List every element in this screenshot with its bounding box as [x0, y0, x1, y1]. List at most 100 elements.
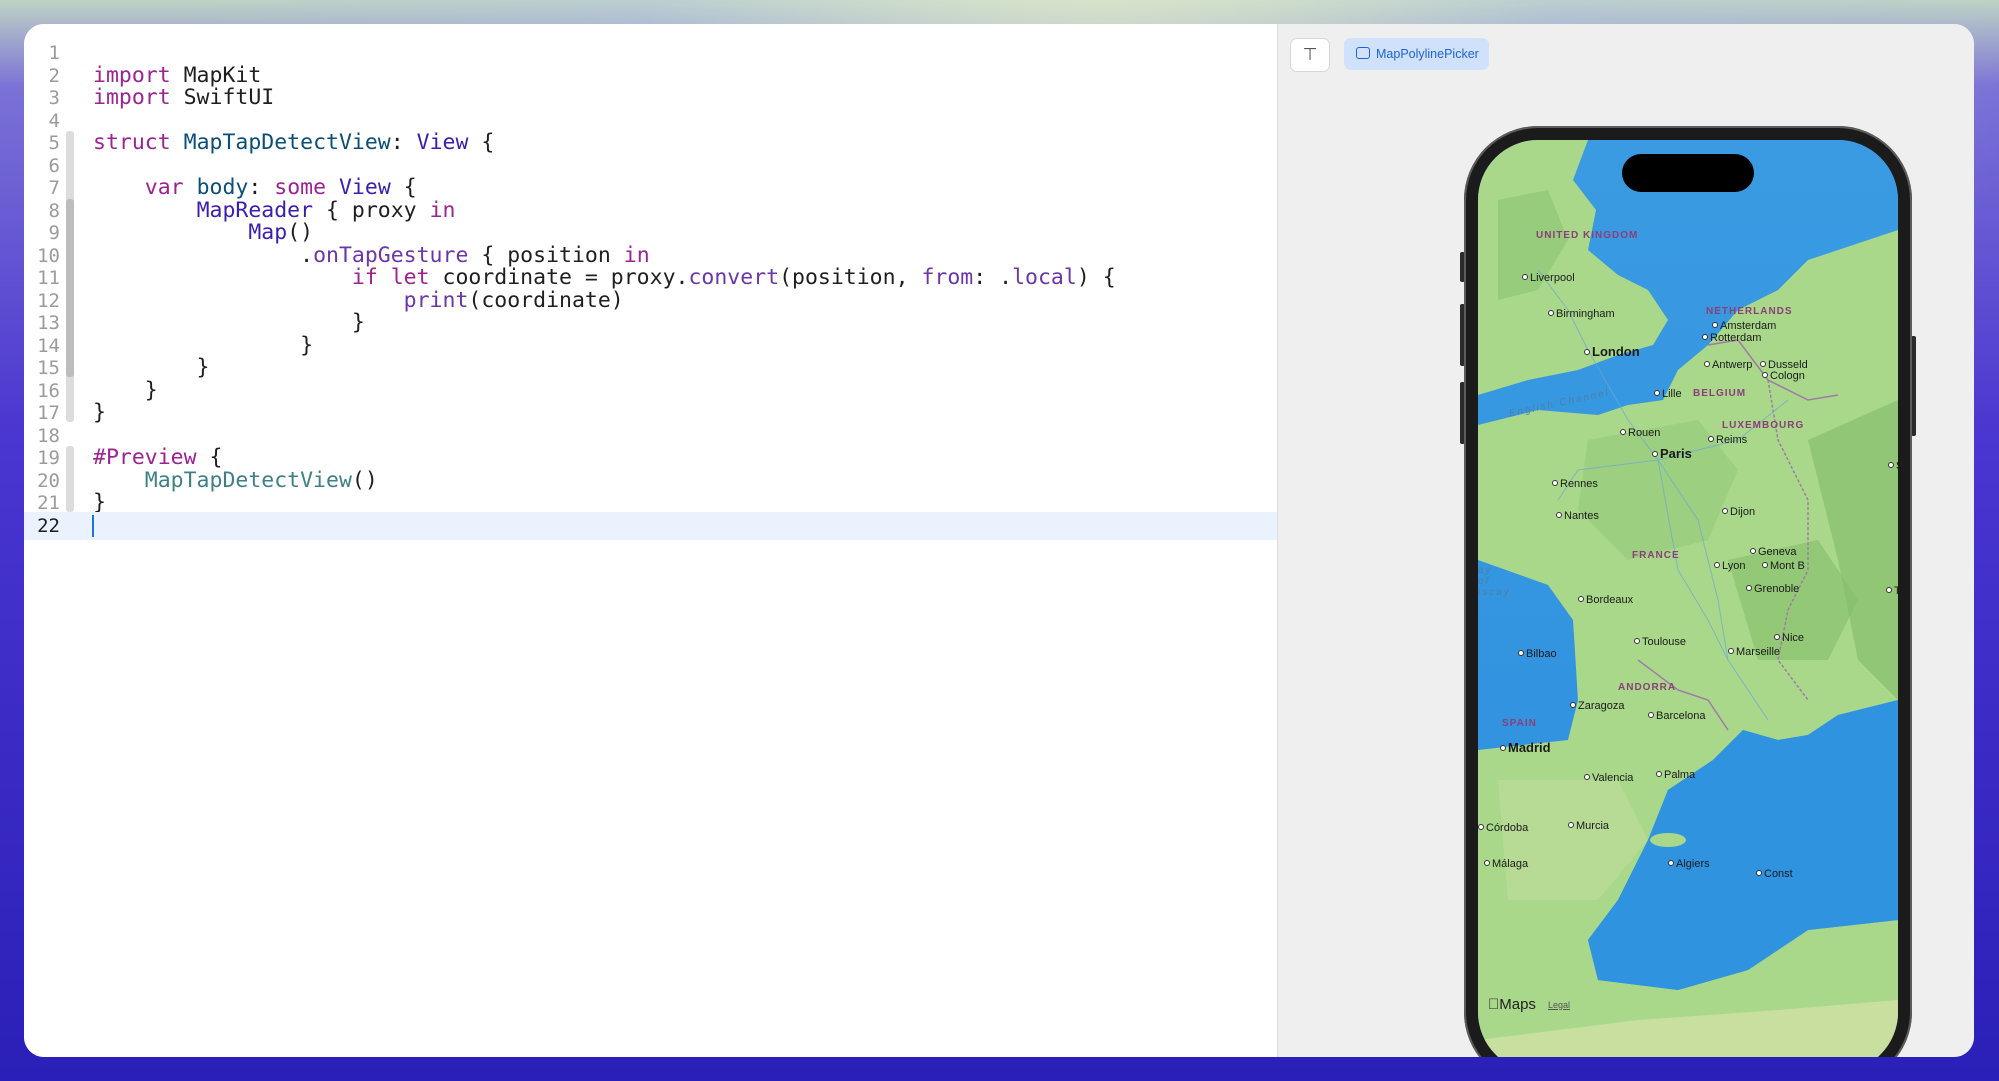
city-label: Madrid — [1500, 740, 1551, 755]
city-label: Toulouse — [1634, 636, 1686, 648]
city-name: Antwerp — [1712, 359, 1753, 371]
city-name: Cologn — [1770, 370, 1805, 382]
city-dot-icon — [1568, 822, 1574, 828]
city-label: Bordeaux — [1578, 594, 1633, 606]
city-dot-icon — [1484, 860, 1490, 866]
city-dot-icon — [1648, 712, 1654, 718]
city-dot-icon — [1746, 585, 1752, 591]
city-label: Lyon — [1714, 560, 1745, 572]
city-dot-icon — [1634, 638, 1640, 644]
code-line[interactable]: 22 — [24, 511, 1277, 540]
city-label: Nice — [1774, 632, 1804, 644]
city-name: Birmingham — [1556, 308, 1615, 320]
city-name: Const — [1764, 868, 1793, 880]
code-fold-ribbon[interactable] — [66, 266, 74, 332]
city-dot-icon — [1714, 562, 1720, 568]
line-number[interactable]: 22 — [24, 512, 60, 540]
canvas-preview-pane: ⊤ MapPolylinePicker UNITED KINGDOM NETHE… — [1278, 24, 1974, 1057]
city-name: Bilbao — [1526, 648, 1557, 660]
city-dot-icon — [1556, 512, 1562, 518]
city-label: Nantes — [1556, 510, 1599, 522]
city-name: Geneva — [1758, 546, 1797, 558]
city-dot-icon — [1620, 429, 1626, 435]
country-label: FRANCE — [1632, 550, 1680, 561]
water-label: ay of iscay — [1478, 565, 1511, 598]
city-name: Córdoba — [1486, 822, 1529, 834]
pin-icon: ⊤ — [1302, 45, 1318, 65]
country-label: NETHERLANDS — [1706, 306, 1793, 317]
city-name: Palma — [1664, 769, 1696, 781]
city-dot-icon — [1888, 462, 1894, 468]
city-name: Mont B — [1770, 560, 1805, 572]
city-label: Geneva — [1750, 546, 1797, 558]
city-label: Paris — [1652, 446, 1692, 461]
city-dot-icon — [1704, 361, 1710, 367]
city-name: Rouen — [1628, 427, 1661, 439]
city-label: Murcia — [1568, 820, 1609, 832]
city-dot-icon — [1518, 650, 1524, 656]
city-label: Zaragoza — [1570, 700, 1624, 712]
city-name: Liverpool — [1530, 272, 1575, 284]
city-name: Valencia — [1592, 772, 1634, 784]
city-name: Reims — [1716, 434, 1748, 446]
city-dot-icon — [1886, 587, 1892, 593]
code-fold-ribbon[interactable] — [66, 446, 74, 512]
city-label: Liverpool — [1522, 272, 1575, 284]
city-dot-icon — [1708, 436, 1714, 442]
city-name: Grenoble — [1754, 583, 1800, 595]
country-label: ANDORRA — [1618, 682, 1677, 693]
apple-maps-logo: Maps — [1488, 996, 1536, 1013]
city-dot-icon — [1750, 548, 1756, 554]
city-dot-icon — [1522, 274, 1528, 280]
code-editor[interactable]: 1 2 import MapKit 3 import SwiftUI 4 5 struct M… — [24, 24, 1277, 1057]
city-dot-icon — [1478, 824, 1484, 830]
city-name: Dijon — [1730, 506, 1756, 518]
city-label: Bilbao — [1518, 648, 1557, 660]
city-dot-icon — [1760, 361, 1766, 367]
city-name: Barcelona — [1656, 710, 1706, 722]
country-label: SPAIN — [1502, 718, 1537, 729]
city-dot-icon — [1722, 508, 1728, 514]
city-label: Barcelona — [1648, 710, 1706, 722]
city-label: Rouen — [1620, 427, 1660, 439]
pin-preview-button[interactable]: ⊤ — [1290, 38, 1330, 72]
city-label: Dijon — [1722, 506, 1755, 518]
city-name: Nantes — [1564, 510, 1599, 522]
city-dot-icon — [1728, 648, 1734, 654]
preview-target-chip[interactable]: MapPolylinePicker — [1344, 38, 1489, 70]
dynamic-island — [1622, 154, 1754, 192]
city-label: Rennes — [1552, 478, 1598, 490]
map-view[interactable]: UNITED KINGDOM NETHERLANDS BELGIUM LUXEMBOU… — [1478, 140, 1898, 1057]
city-label: Lille — [1654, 388, 1682, 400]
country-label: LUXEMBOURG — [1722, 420, 1805, 431]
city-name: Marseille — [1736, 646, 1781, 658]
city-name: Paris — [1660, 446, 1692, 461]
city-dot-icon — [1702, 334, 1708, 340]
iphone-device-frame: UNITED KINGDOM NETHERLANDS BELGIUM LUXEMBOU… — [1460, 126, 1916, 1057]
city-dot-icon — [1712, 322, 1718, 328]
city-label: Algiers — [1668, 858, 1710, 870]
window-icon — [1356, 47, 1370, 59]
city-label: Marseille — [1728, 646, 1780, 658]
legal-link[interactable]: Legal — [1548, 1000, 1570, 1010]
city-dot-icon — [1584, 774, 1590, 780]
city-label: Cologn — [1762, 370, 1805, 382]
city-label: Antwerp — [1704, 359, 1752, 371]
city-dot-icon — [1570, 702, 1576, 708]
city-name: Málaga — [1492, 858, 1529, 870]
text-caret — [92, 514, 94, 537]
city-name: Zaragoza — [1578, 700, 1625, 712]
city-label: Rotterdam — [1702, 332, 1761, 344]
city-name: Nice — [1782, 632, 1805, 644]
city-label: Málaga — [1484, 858, 1528, 870]
city-label: Str — [1888, 460, 1898, 472]
xcode-window: 1 2 import MapKit 3 import SwiftUI 4 5 struct M… — [24, 24, 1974, 1057]
city-label: Tur — [1886, 585, 1898, 597]
city-dot-icon — [1500, 745, 1506, 751]
city-dot-icon — [1762, 562, 1768, 568]
city-dot-icon — [1668, 860, 1674, 866]
city-label: Amsterdam — [1712, 320, 1776, 332]
city-dot-icon — [1762, 372, 1768, 378]
city-label: Palma — [1656, 769, 1695, 781]
city-dot-icon — [1656, 771, 1662, 777]
